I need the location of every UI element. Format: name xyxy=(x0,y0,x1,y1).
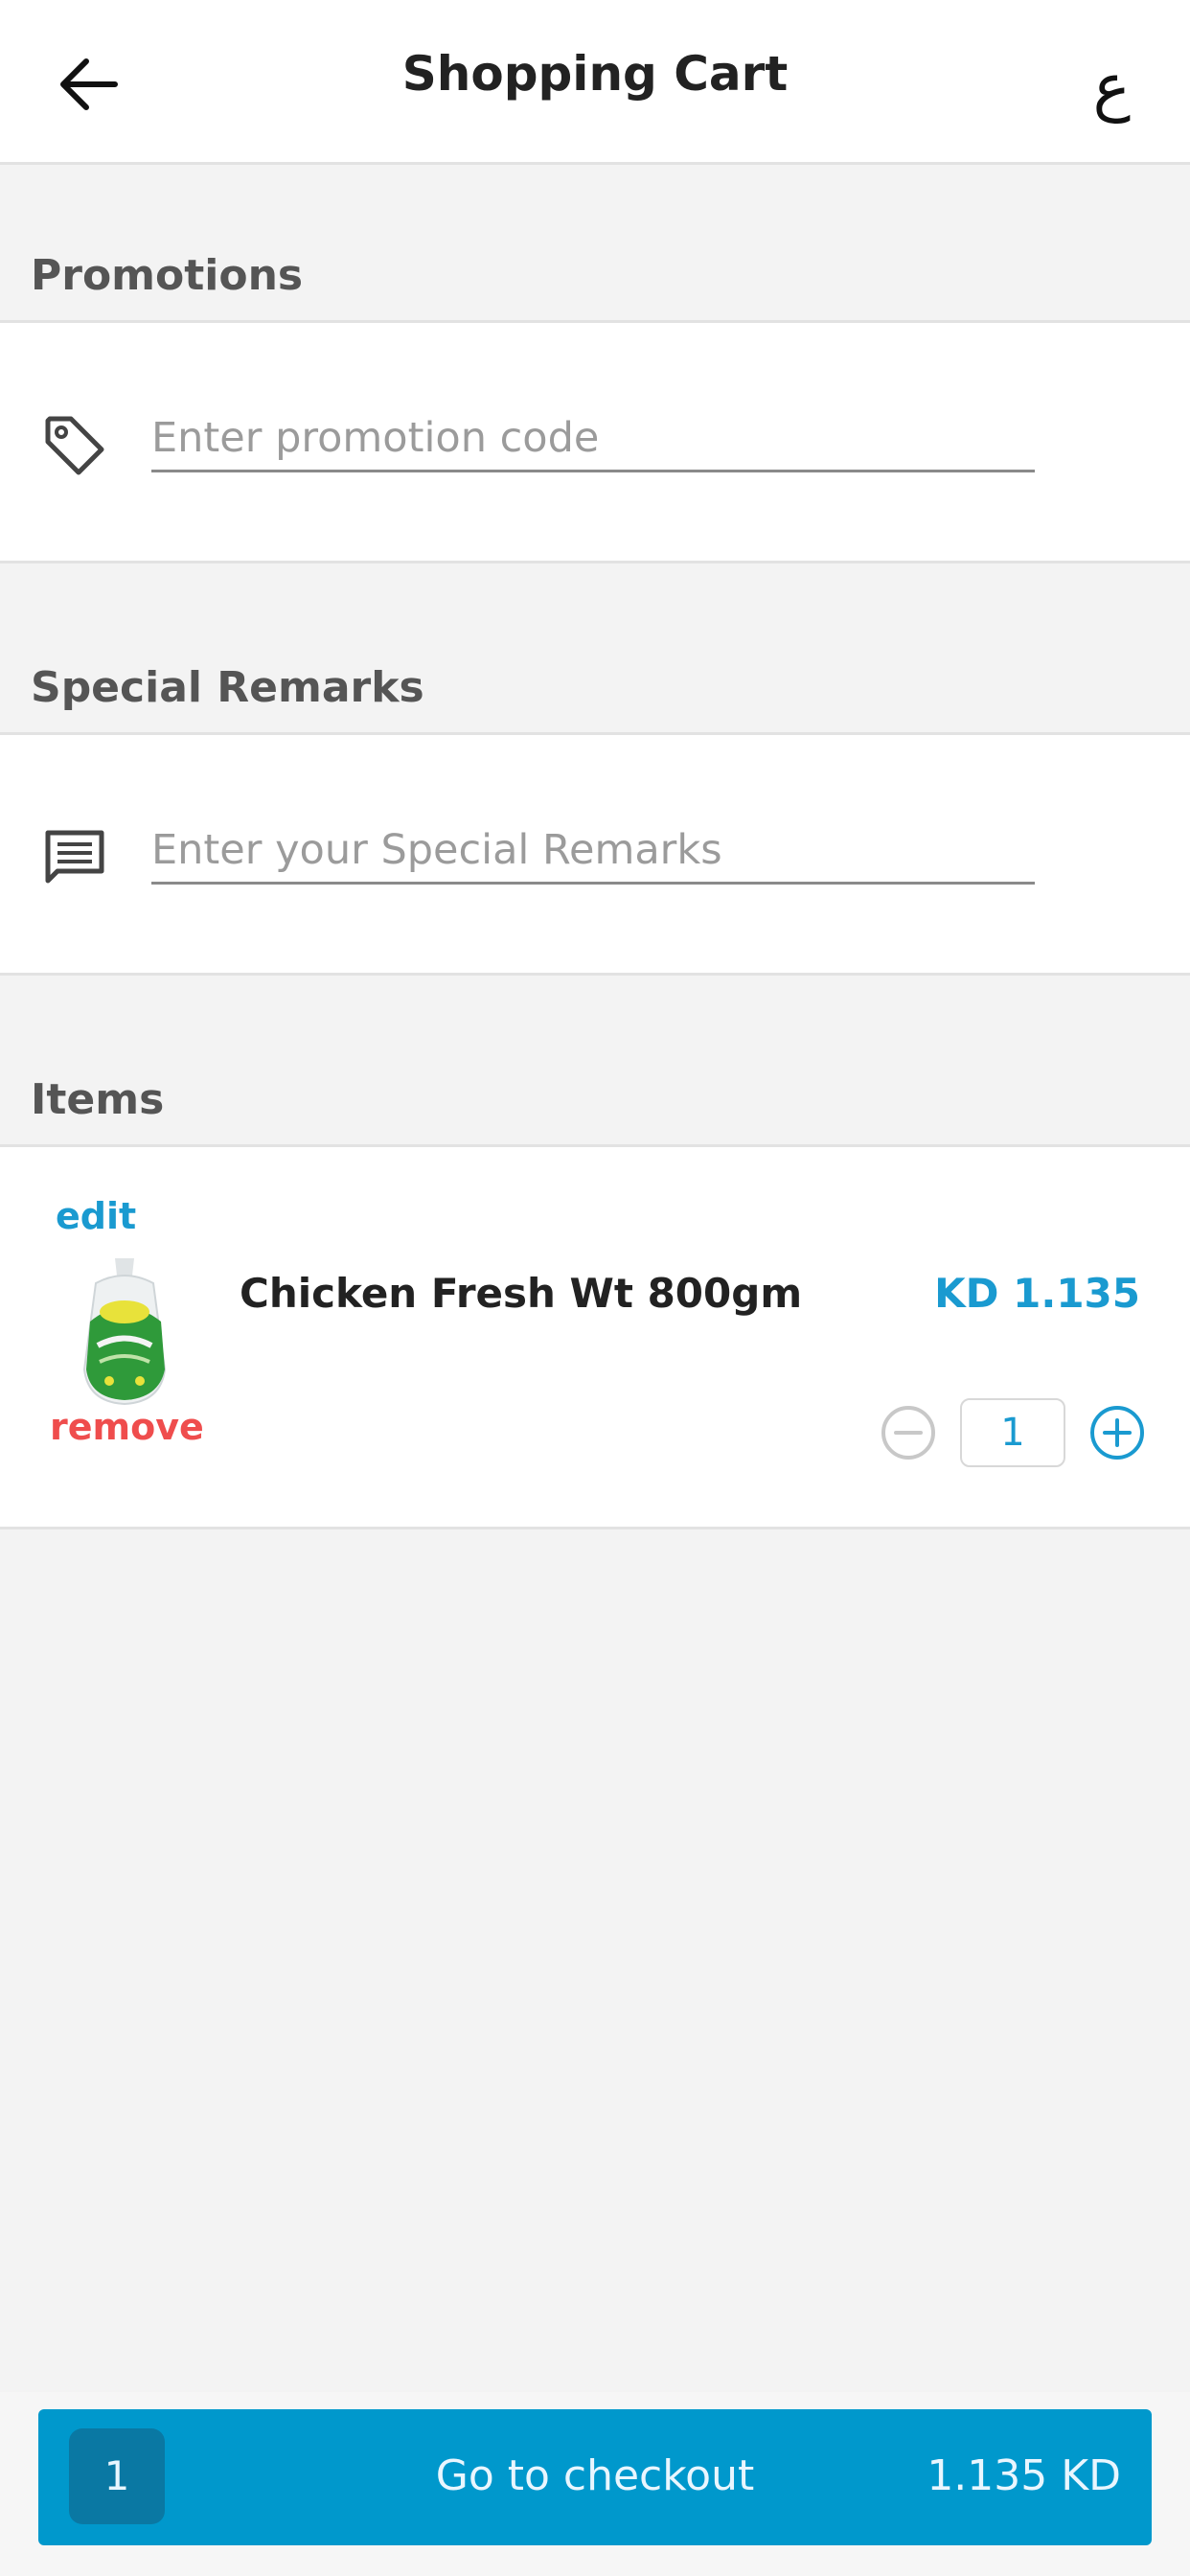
minus-circle-icon xyxy=(881,1406,935,1460)
decrease-quantity-button[interactable] xyxy=(880,1404,937,1461)
special-remarks-input[interactable] xyxy=(151,817,1035,885)
plus-circle-icon xyxy=(1090,1406,1144,1460)
edit-item-link[interactable]: edit xyxy=(56,1195,136,1237)
product-price: KD 1.135 xyxy=(934,1270,1140,1317)
remarks-section-title: Special Remarks xyxy=(31,663,424,712)
remarks-panel xyxy=(0,732,1190,976)
go-to-checkout-button[interactable]: 1 Go to checkout 1.135 KD xyxy=(38,2409,1152,2545)
message-icon xyxy=(42,825,107,890)
items-section-title: Items xyxy=(31,1075,165,1124)
tag-icon xyxy=(42,413,107,478)
checkout-total: 1.135 KD xyxy=(927,2451,1121,2500)
page-title: Shopping Cart xyxy=(401,46,789,102)
remove-item-link[interactable]: remove xyxy=(50,1406,204,1448)
promotions-section-title: Promotions xyxy=(31,251,304,300)
top-bar: Shopping Cart ع xyxy=(0,0,1190,165)
product-image xyxy=(77,1254,172,1406)
quantity-field[interactable]: 1 xyxy=(960,1398,1065,1467)
promotion-code-input[interactable] xyxy=(151,405,1035,472)
language-toggle-button[interactable]: ع xyxy=(1093,50,1131,124)
increase-quantity-button[interactable] xyxy=(1088,1404,1146,1461)
product-name: Chicken Fresh Wt 800gm xyxy=(240,1270,803,1317)
cart-item: edit remove Chicken Fresh Wt 800gm KD 1.… xyxy=(0,1144,1190,1530)
checkout-bar: 1 Go to checkout 1.135 KD xyxy=(0,2392,1190,2576)
promotions-panel xyxy=(0,320,1190,564)
